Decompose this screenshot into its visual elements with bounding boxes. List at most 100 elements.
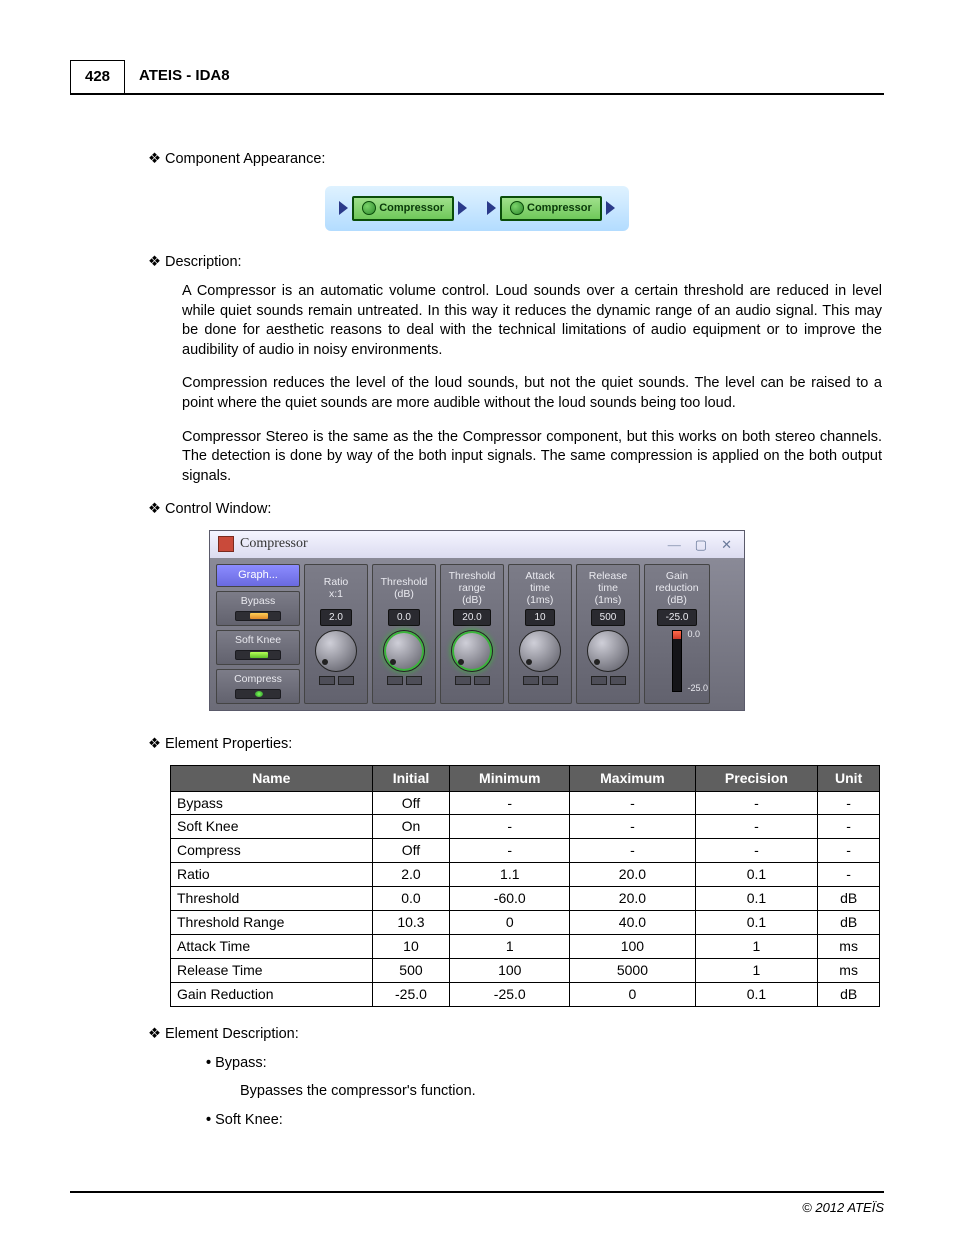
prop-cell: 0.1: [695, 863, 818, 887]
page-number: 428: [70, 60, 125, 93]
component-appearance-figure: Compressor Compressor: [70, 186, 884, 231]
maximize-button[interactable]: ▢: [691, 536, 711, 554]
decrement-button[interactable]: [523, 676, 539, 685]
bypass-toggle[interactable]: Bypass: [216, 591, 300, 626]
knob-1[interactable]: Threshold (dB)0.0: [372, 564, 436, 704]
section-description-heading: Description:: [148, 253, 884, 273]
decrement-button[interactable]: [387, 676, 403, 685]
increment-button[interactable]: [610, 676, 626, 685]
prop-cell: 5000: [570, 958, 695, 982]
knob-dial-icon[interactable]: [451, 630, 493, 672]
prop-cell: 0: [570, 982, 695, 1006]
softknee-toggle[interactable]: Soft Knee: [216, 630, 300, 665]
knob-label: Release time (1ms): [589, 569, 628, 607]
table-header: Precision: [695, 765, 818, 791]
prop-cell: 1: [450, 934, 570, 958]
table-header: Maximum: [570, 765, 695, 791]
description-para-3: Compressor Stereo is the same as the the…: [182, 428, 882, 487]
prop-cell: 500: [372, 958, 450, 982]
element-desc-name: Bypass:: [206, 1054, 884, 1074]
prop-cell: 20.0: [570, 887, 695, 911]
prop-cell: -: [818, 839, 880, 863]
prop-name: Release Time: [171, 958, 373, 982]
prop-cell: 20.0: [570, 863, 695, 887]
prop-cell: Off: [372, 839, 450, 863]
prop-cell: -: [818, 815, 880, 839]
knob-label: Ratio x:1: [324, 569, 349, 607]
increment-button[interactable]: [406, 676, 422, 685]
prop-cell: dB: [818, 911, 880, 935]
knob-dial-icon[interactable]: [315, 630, 357, 672]
knob-0[interactable]: Ratio x:1 2.0: [304, 564, 368, 704]
prop-cell: 10.3: [372, 911, 450, 935]
knob-2[interactable]: Threshold range (dB)20.0: [440, 564, 504, 704]
prop-cell: 1: [695, 934, 818, 958]
section-properties-heading: Element Properties:: [148, 735, 884, 755]
prop-cell: 0.1: [695, 887, 818, 911]
prop-cell: 100: [450, 958, 570, 982]
minimize-button[interactable]: —: [664, 536, 685, 554]
prop-cell: dB: [818, 982, 880, 1006]
prop-cell: -: [570, 815, 695, 839]
compressor-icon: [362, 201, 376, 215]
meter-label: Gain reduction (dB): [655, 569, 698, 607]
input-port-icon: [487, 201, 496, 215]
section-appearance-heading: Component Appearance:: [148, 150, 884, 170]
graph-button[interactable]: Graph...: [216, 564, 300, 587]
decrement-button[interactable]: [455, 676, 471, 685]
prop-cell: -: [450, 815, 570, 839]
app-icon: [218, 536, 234, 552]
decrement-button[interactable]: [591, 676, 607, 685]
compress-toggle[interactable]: Compress: [216, 669, 300, 704]
increment-button[interactable]: [338, 676, 354, 685]
prop-name: Attack Time: [171, 934, 373, 958]
prop-cell: -: [570, 791, 695, 815]
prop-name: Threshold Range: [171, 911, 373, 935]
table-row: Attack Time1011001ms: [171, 934, 880, 958]
description-para-2: Compression reduces the level of the lou…: [182, 374, 882, 413]
page-footer: © 2012 ATEÏS: [70, 1191, 884, 1217]
knob-value: 500: [591, 609, 626, 627]
knob-dial-icon[interactable]: [587, 630, 629, 672]
table-row: Ratio2.01.120.00.1-: [171, 863, 880, 887]
table-row: Threshold0.0-60.020.00.1dB: [171, 887, 880, 911]
prop-name: Threshold: [171, 887, 373, 911]
prop-name: Ratio: [171, 863, 373, 887]
knob-4[interactable]: Release time (1ms) 500: [576, 564, 640, 704]
prop-cell: ms: [818, 934, 880, 958]
compressor-block-mono: Compressor: [339, 196, 467, 221]
prop-cell: -: [570, 839, 695, 863]
chip-label: Compressor: [527, 201, 592, 216]
table-row: Soft KneeOn----: [171, 815, 880, 839]
knob-value: 0.0: [388, 609, 420, 627]
window-title: Compressor: [240, 535, 308, 554]
prop-cell: 40.0: [570, 911, 695, 935]
description-para-1: A Compressor is an automatic volume cont…: [182, 282, 882, 360]
output-port-icon: [458, 201, 467, 215]
table-header: Name: [171, 765, 373, 791]
knob-3[interactable]: Attack time (1ms)10: [508, 564, 572, 704]
table-row: CompressOff----: [171, 839, 880, 863]
knob-dial-icon[interactable]: [519, 630, 561, 672]
gain-reduction-meter: Gain reduction (dB) -25.0 0.0-25.0: [644, 564, 710, 704]
element-desc-name: Soft Knee:: [206, 1111, 884, 1131]
close-button[interactable]: ✕: [717, 536, 736, 554]
knob-value: 2.0: [320, 609, 352, 627]
meter-value: -25.0: [657, 609, 698, 627]
prop-cell: 10: [372, 934, 450, 958]
knob-dial-icon[interactable]: [383, 630, 425, 672]
prop-cell: dB: [818, 887, 880, 911]
prop-cell: -25.0: [450, 982, 570, 1006]
prop-cell: -: [450, 791, 570, 815]
decrement-button[interactable]: [319, 676, 335, 685]
table-row: Gain Reduction-25.0-25.000.1dB: [171, 982, 880, 1006]
page-header: 428 ATEIS - IDA8: [70, 60, 884, 95]
increment-button[interactable]: [474, 676, 490, 685]
increment-button[interactable]: [542, 676, 558, 685]
knob-label: Attack time (1ms): [525, 569, 554, 607]
prop-cell: 0.0: [372, 887, 450, 911]
prop-cell: -: [450, 839, 570, 863]
prop-cell: 2.0: [372, 863, 450, 887]
element-properties-table: NameInitialMinimumMaximumPrecisionUnit B…: [170, 765, 880, 1007]
chip-label: Compressor: [379, 201, 444, 216]
